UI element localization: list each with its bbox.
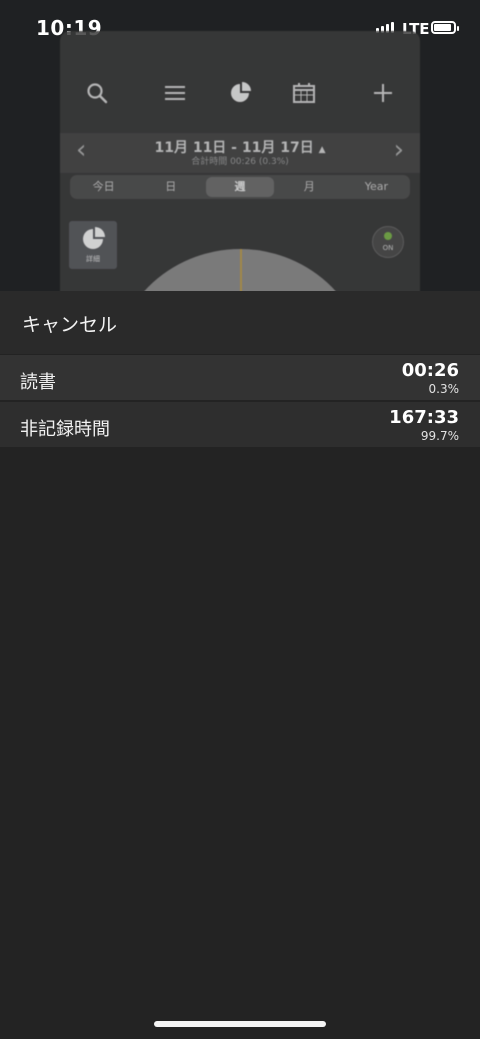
activity-name: 非記録時間 [20,419,110,440]
cancel-button[interactable]: キャンセル [22,310,117,337]
list-item[interactable]: 非記録時間 167:33 99.7% [0,402,480,447]
activity-time: 167:33 [389,407,459,428]
detail-button[interactable]: 詳細 [69,221,117,269]
cancel-row[interactable]: キャンセル [0,291,480,354]
pie-chart-icon[interactable] [222,75,258,111]
home-indicator[interactable] [154,1021,326,1027]
android-icon [384,232,392,240]
detail-label: 詳細 [86,255,100,263]
tab-today[interactable]: 今日 [70,175,137,199]
activity-percent: 99.7% [420,429,459,443]
tab-week[interactable]: 週 [206,177,274,197]
list-icon[interactable] [157,75,193,111]
battery-level [434,24,451,31]
on-toggle-button[interactable]: ON [372,226,404,258]
toggle-label: ON [382,244,394,252]
action-sheet: キャンセル 読書 00:26 0.3% 非記録時間 167:33 99.7% [0,291,480,1039]
battery-icon [431,21,459,34]
pie-chart-icon [83,227,105,249]
period-segmented-control: 今日 日 週 月 Year [70,175,410,199]
total-time-summary: 合計時間 00:26 (0.3%) [191,157,289,167]
activity-name: 読書 [20,372,56,393]
tab-day[interactable]: 日 [137,175,204,199]
add-icon[interactable] [365,75,401,111]
tab-year[interactable]: Year [343,175,410,199]
activity-percent: 0.3% [428,382,460,396]
list-item[interactable]: 読書 00:26 0.3% [0,355,480,400]
tab-month[interactable]: 月 [276,175,343,199]
background-app-card: ‹ › 11月 11日 - 11月 17日 ▲ 合計時間 00:26 (0.3%… [60,31,420,301]
toolbar [60,75,420,111]
activity-time: 00:26 [401,360,459,381]
calendar-icon[interactable] [286,75,322,111]
search-icon[interactable] [79,75,115,111]
